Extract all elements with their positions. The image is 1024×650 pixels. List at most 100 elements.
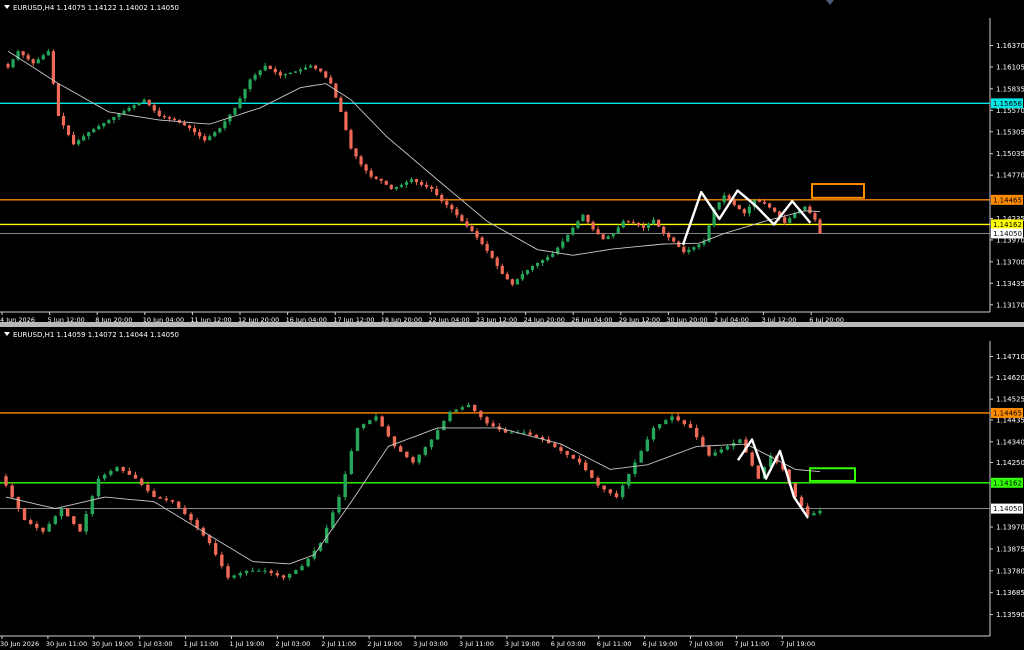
h4-candle-body	[107, 120, 111, 124]
h4-target-zone-rect[interactable]	[811, 183, 865, 199]
h4-candle-body	[278, 72, 282, 76]
h1-candle-body	[435, 430, 440, 440]
h4-price-tick-label: 1.14770	[996, 172, 1024, 180]
h1-candle-body	[491, 423, 495, 427]
h4-candle-body	[803, 206, 807, 210]
h4-candle-body	[127, 107, 131, 111]
h1-candle-body	[676, 416, 680, 421]
h4-candle-body	[606, 236, 610, 240]
h4-candle-body	[737, 205, 741, 210]
h1-candle-body	[139, 478, 144, 485]
h1-candle-body	[608, 489, 613, 494]
h1-candle-body	[102, 474, 107, 479]
h1-candle-body	[269, 570, 273, 574]
h4-candle-body	[505, 273, 509, 280]
h1-candle-body	[670, 416, 674, 421]
h4-candle-body	[187, 125, 192, 129]
h4-candle-body	[657, 219, 661, 227]
h4-candle-body	[535, 263, 540, 266]
h1-candle-body	[121, 467, 125, 471]
h1-candle-body	[158, 497, 162, 499]
h4-candle-body	[475, 231, 479, 238]
h4-pattern-zigzag-line[interactable]	[681, 189, 812, 246]
h4-candle-body	[198, 132, 202, 137]
h4-candle-body	[314, 65, 318, 69]
h1-candle-body	[405, 451, 409, 458]
h4-candle-body	[147, 99, 151, 106]
h4-candle-body	[77, 140, 81, 145]
h1-chart-panel[interactable]: EURUSD,H1 1.14059 1.14072 1.14044 1.1405…	[0, 327, 1024, 650]
chart-shift-marker-icon[interactable]	[826, 0, 834, 5]
h4-candle-body	[384, 180, 388, 185]
h1-candle-body	[90, 496, 95, 514]
h4-candle-body	[41, 55, 45, 60]
h4-candle-body	[687, 249, 691, 253]
h4-candle-body	[520, 273, 525, 280]
h4-candle-body	[525, 269, 530, 274]
h1-candle-body	[522, 432, 526, 434]
h4-candle-body	[773, 207, 777, 212]
h1-candle-body	[534, 434, 539, 438]
h4-candle-body	[26, 55, 30, 60]
h1-candle-body	[590, 470, 594, 478]
h1-time-tick-label: 6 Jul 11:00	[597, 640, 632, 648]
h1-candle-body	[164, 498, 169, 501]
h1-candle-body	[528, 432, 532, 435]
h1-candle-body	[257, 570, 261, 572]
h4-chart-panel[interactable]: EURUSD,H4 1.14075 1.14122 1.14002 1.1405…	[0, 0, 1024, 322]
h4-candle-body	[142, 99, 146, 103]
h1-candle-body	[10, 485, 14, 498]
h4-candle-body	[31, 59, 35, 64]
h4-candle-body	[182, 122, 187, 126]
h1-candle-body	[657, 424, 662, 428]
h1-pattern-zigzag-line[interactable]	[737, 438, 809, 519]
h1-time-tick-label: 2 Jul 19:00	[367, 640, 402, 648]
h1-candle-body	[583, 462, 588, 471]
h4-candle-body	[757, 200, 762, 202]
h1-candle-body	[386, 426, 391, 437]
h4-chart-svg[interactable]: 1.163701.161051.158351.155701.153051.150…	[0, 0, 1024, 322]
h4-candle-body	[122, 110, 126, 114]
h1-candle-body	[53, 516, 58, 524]
h4-price-tick-label: 1.16370	[996, 42, 1024, 50]
h1-target-zone-rect[interactable]	[809, 467, 856, 482]
h1-candle-body	[294, 570, 298, 574]
h1-candle-body	[472, 404, 477, 412]
h1-candle-body	[664, 420, 668, 425]
h4-candle-body	[515, 279, 519, 285]
h4-candle-body	[132, 105, 136, 108]
h4-candle-body	[566, 234, 570, 242]
h4-candle-body	[541, 260, 545, 264]
h1-candle-body	[565, 450, 569, 455]
h1-candle-body	[349, 450, 354, 475]
h4-candle-body	[349, 130, 353, 149]
h4-price-label-1.14050: 1.14050	[993, 230, 1022, 238]
h4-candle-body	[808, 206, 812, 214]
h4-candle-body	[268, 65, 272, 69]
h4-candle-body	[61, 115, 66, 126]
h1-candle-body	[4, 476, 8, 486]
h1-candle-body	[287, 573, 292, 578]
h1-time-tick-label: 6 Jul 19:00	[643, 640, 678, 648]
h1-candle-body	[115, 467, 119, 471]
h1-candle-body	[509, 432, 514, 434]
h4-candle-body	[117, 113, 121, 117]
h1-candle-body	[454, 409, 458, 412]
h1-price-label-1.14465: 1.14465	[993, 409, 1022, 417]
h4-candle-body	[46, 51, 50, 56]
h4-candle-body	[717, 202, 721, 210]
h1-chart-svg[interactable]: 1.147101.146201.145251.144351.143401.142…	[0, 327, 1024, 650]
h1-price-label-1.14050: 1.14050	[993, 505, 1022, 513]
h4-candle-body	[112, 116, 116, 121]
h1-candle-body	[72, 516, 76, 524]
h4-candle-body	[92, 129, 96, 133]
h4-candle-body	[586, 214, 590, 223]
h4-candle-body	[435, 188, 439, 195]
h4-candle-body	[298, 69, 303, 72]
h4-candle-body	[157, 110, 161, 116]
h1-candle-body	[213, 543, 218, 555]
h4-price-tick-label: 1.15035	[996, 150, 1024, 158]
h1-price-tick-label: 1.13970	[996, 524, 1024, 532]
h1-candle-body	[559, 447, 563, 451]
h4-candle-body	[238, 98, 242, 108]
